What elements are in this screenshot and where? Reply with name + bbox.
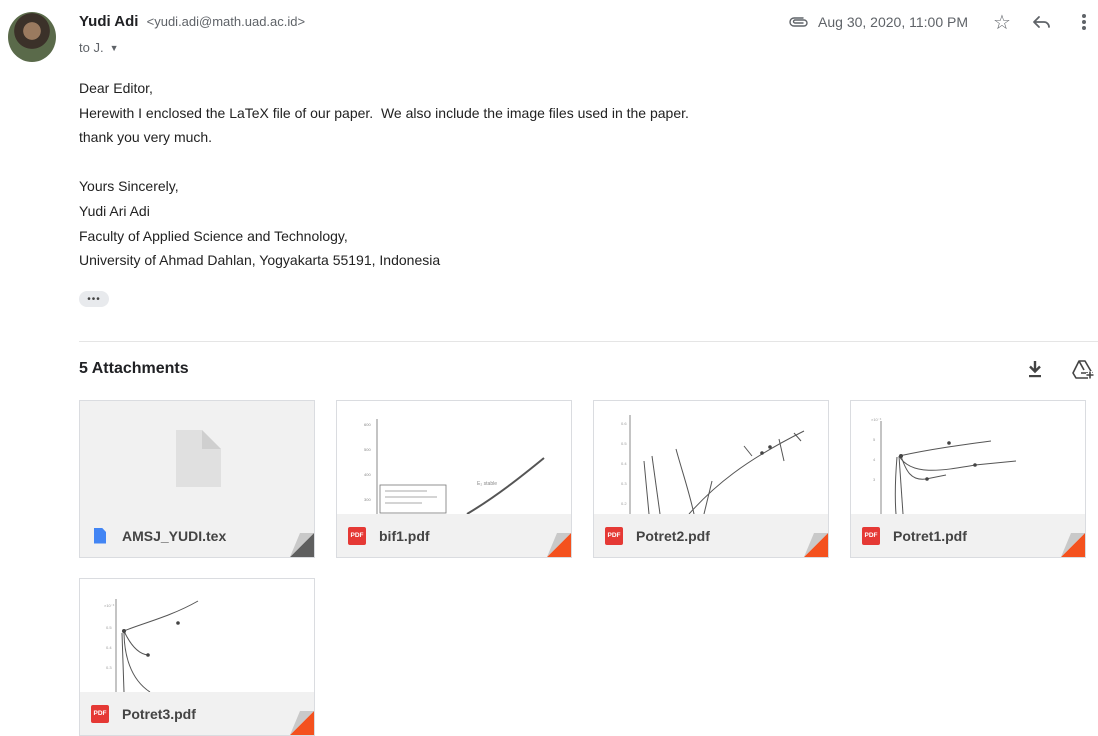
more-vert-icon[interactable] xyxy=(1072,10,1096,34)
attachment-thumbnail: 0.6 0.5 0.4 0.3 0.2 xyxy=(594,401,828,514)
star-icon[interactable]: ☆ xyxy=(990,10,1014,34)
attachment-name: Potret2.pdf xyxy=(636,527,710,544)
pdf-icon: PDF xyxy=(861,526,881,546)
svg-text:300: 300 xyxy=(364,497,371,502)
pdf-icon: PDF xyxy=(347,526,367,546)
avatar[interactable] xyxy=(8,12,56,62)
svg-text:600: 600 xyxy=(364,422,371,427)
attachment-name: Potret3.pdf xyxy=(122,705,196,722)
sender: Yudi Adi <yudi.adi@math.uad.ac.id> xyxy=(79,13,305,30)
attachment-thumbnail xyxy=(80,401,314,514)
sender-name[interactable]: Yudi Adi xyxy=(79,13,138,30)
attachment-footer: AMSJ_YUDI.tex xyxy=(80,514,314,557)
attachment-card[interactable]: 600 500 400 300 E₂ stable PDF bif1.pdf xyxy=(336,400,572,558)
svg-text:4: 4 xyxy=(873,457,876,462)
attachment-footer: PDF Potret2.pdf xyxy=(594,514,828,557)
svg-text:3: 3 xyxy=(873,477,876,482)
download-icon[interactable] xyxy=(1022,356,1048,382)
show-trimmed-content-button[interactable]: ••• xyxy=(79,291,109,307)
body-line: thank you very much. xyxy=(79,129,213,146)
svg-text:0.2: 0.2 xyxy=(621,501,627,506)
svg-text:0.3: 0.3 xyxy=(106,665,112,670)
body-line: Faculty of Applied Science and Technolog… xyxy=(79,227,348,244)
fold-corner-icon xyxy=(1061,533,1085,557)
svg-text:0.5: 0.5 xyxy=(106,625,112,630)
reply-icon[interactable] xyxy=(1030,10,1054,34)
svg-text:500: 500 xyxy=(364,447,371,452)
pdf-icon: PDF xyxy=(90,704,110,724)
pdf-preview-image: ×10⁻³ 5 4 3 xyxy=(871,417,1017,514)
svg-text:5: 5 xyxy=(873,437,876,442)
attachment-card[interactable]: 0.6 0.5 0.4 0.3 0.2 PDF Potret2.pdf xyxy=(593,400,829,558)
fold-corner-icon xyxy=(290,711,314,735)
attachment-card[interactable]: ×10⁻³ 5 4 3 PDF Potret1.pdf xyxy=(850,400,1086,558)
message-body: Dear Editor, Herewith I enclosed the LaT… xyxy=(79,76,979,273)
svg-text:0.6: 0.6 xyxy=(621,421,627,426)
attachment-name: Potret1.pdf xyxy=(893,527,967,544)
recipients-label: to J. xyxy=(79,40,104,55)
body-line: Herewith I enclosed the LaTeX file of ou… xyxy=(79,104,689,121)
paperclip-icon xyxy=(788,14,810,30)
fold-corner-icon xyxy=(290,533,314,557)
svg-text:×10⁻³: ×10⁻³ xyxy=(871,417,882,422)
pdf-preview-image: 0.6 0.5 0.4 0.3 0.2 xyxy=(621,415,805,514)
svg-text:0.4: 0.4 xyxy=(621,461,627,466)
divider xyxy=(79,341,1098,342)
fold-corner-icon xyxy=(547,533,571,557)
attachment-footer: PDF Potret1.pdf xyxy=(851,514,1085,557)
attachment-name: bif1.pdf xyxy=(379,527,430,544)
recipients: to J. ▼ xyxy=(79,40,119,55)
svg-text:×10⁻³: ×10⁻³ xyxy=(104,603,115,608)
attachment-card[interactable]: AMSJ_YUDI.tex xyxy=(79,400,315,558)
message-date: Aug 30, 2020, 11:00 PM xyxy=(818,14,968,30)
file-icon xyxy=(176,430,221,487)
svg-text:400: 400 xyxy=(364,472,371,477)
pdf-preview-image: 600 500 400 300 E₂ stable xyxy=(364,419,545,514)
svg-text:E₂ stable: E₂ stable xyxy=(477,481,497,487)
sender-email: <yudi.adi@math.uad.ac.id> xyxy=(146,14,306,29)
svg-text:0.4: 0.4 xyxy=(106,645,112,650)
attachment-name: AMSJ_YUDI.tex xyxy=(122,527,227,544)
fold-corner-icon xyxy=(804,533,828,557)
message-meta: Aug 30, 2020, 11:00 PM ☆ xyxy=(788,10,1098,34)
attachments-title: 5 Attachments xyxy=(79,360,189,377)
body-line: Yudi Ari Adi xyxy=(79,202,150,219)
svg-text:0.3: 0.3 xyxy=(621,481,627,486)
attachment-footer: PDF Potret3.pdf xyxy=(80,692,314,735)
attachments-actions xyxy=(1022,356,1096,382)
body-line: Yours Sincerely, xyxy=(79,178,179,195)
attachment-thumbnail: ×10⁻³ 0.5 0.4 0.3 xyxy=(80,579,314,692)
attachment-footer: PDF bif1.pdf xyxy=(337,514,571,557)
svg-text:0.5: 0.5 xyxy=(621,441,627,446)
pdf-preview-image: ×10⁻³ 0.5 0.4 0.3 xyxy=(104,599,199,692)
attachment-thumbnail: ×10⁻³ 5 4 3 xyxy=(851,401,1085,514)
body-line xyxy=(79,150,979,175)
attachment-thumbnail: 600 500 400 300 E₂ stable xyxy=(337,401,571,514)
document-icon xyxy=(90,526,110,546)
pdf-icon: PDF xyxy=(604,526,624,546)
chevron-down-icon[interactable]: ▼ xyxy=(110,43,119,53)
body-line: University of Ahmad Dahlan, Yogyakarta 5… xyxy=(79,252,441,269)
attachment-card[interactable]: ×10⁻³ 0.5 0.4 0.3 PDF Potret3.pdf xyxy=(79,578,315,736)
body-line: Dear Editor, xyxy=(79,80,153,96)
add-to-drive-icon[interactable] xyxy=(1070,356,1096,382)
